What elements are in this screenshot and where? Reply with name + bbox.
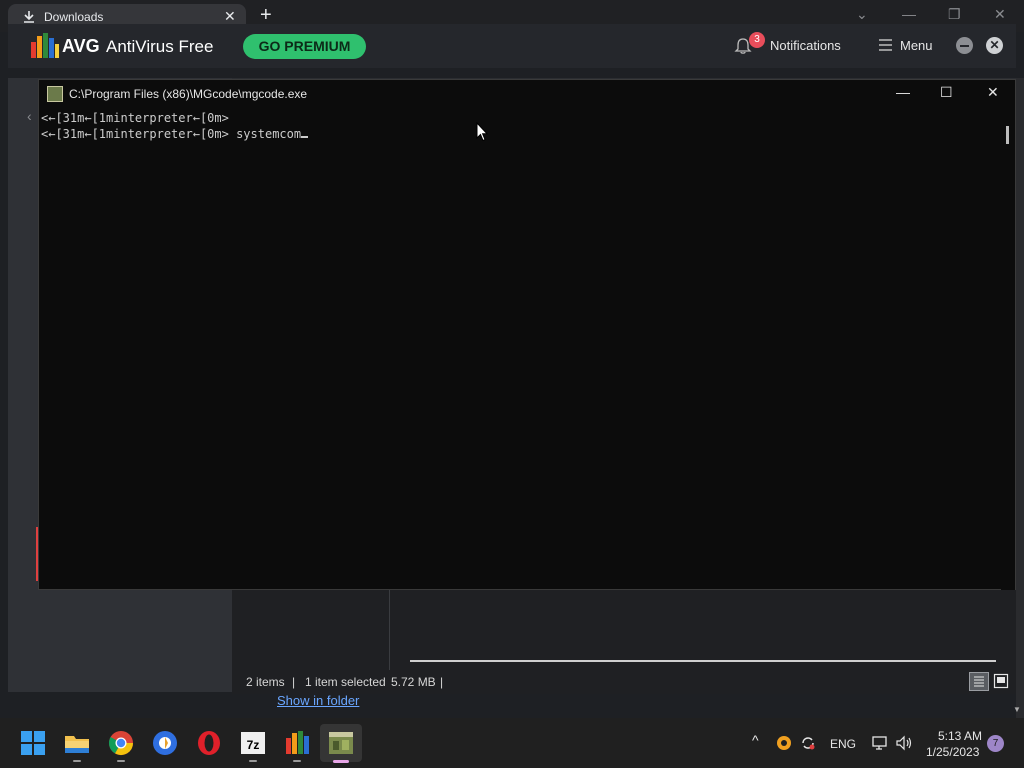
chrome-icon[interactable]: [106, 728, 136, 758]
7zip-icon[interactable]: 7z: [238, 728, 268, 758]
go-premium-button[interactable]: GO PREMIUM: [243, 34, 366, 59]
status-size: 5.72 MB: [391, 675, 436, 689]
console-titlebar: C:\Program Files (x86)\MGcode\mgcode.exe…: [39, 80, 1015, 108]
menu-button[interactable]: Menu: [900, 38, 933, 53]
text-cursor: [301, 136, 309, 138]
horizontal-scrollbar[interactable]: [410, 660, 996, 662]
avg-minimize-button[interactable]: [956, 37, 973, 54]
running-indicator: [73, 760, 81, 762]
notification-badge: 3: [749, 32, 765, 48]
tab-close-button[interactable]: ✕: [224, 8, 236, 25]
browser-close-button[interactable]: ✕: [994, 6, 1006, 23]
running-indicator: [117, 760, 125, 762]
show-in-folder-link[interactable]: Show in folder: [277, 693, 359, 708]
notifications-button[interactable]: Notifications: [770, 38, 841, 53]
mgcode-app-icon: [47, 86, 63, 102]
start-icon[interactable]: [18, 728, 48, 758]
tab-search-button[interactable]: ⌄: [856, 6, 868, 23]
explorer-file-pane: [232, 590, 1016, 670]
details-view-icon: [974, 676, 984, 687]
console-line: <←[31m←[1minterpreter←[0m> systemcom: [41, 127, 309, 141]
console-minimize-button[interactable]: —: [896, 84, 910, 100]
hamburger-menu-icon[interactable]: [879, 39, 892, 51]
tray-overflow-chevron-icon[interactable]: ^: [752, 732, 759, 748]
opera-icon[interactable]: [194, 728, 224, 758]
status-separator: |: [292, 675, 296, 689]
console-line: <←[31m←[1minterpreter←[0m>: [41, 111, 229, 125]
console-output[interactable]: <←[31m←[1minterpreter←[0m> <←[31m←[1mint…: [39, 108, 1001, 590]
status-item-count: 2 items: [246, 675, 285, 689]
avg-header: AVG AntiVirus Free GO PREMIUM 3 Notifica…: [8, 24, 1016, 68]
avg-icon[interactable]: [282, 728, 312, 758]
tab-title: Downloads: [44, 10, 104, 24]
scroll-down-arrow[interactable]: ▼: [1013, 705, 1021, 714]
browser-icon[interactable]: [150, 728, 180, 758]
status-selected: 1 item selected: [305, 675, 386, 689]
explorer-status-bar: 2 items | 1 item selected 5.72 MB |: [232, 670, 1016, 694]
tiles-view-icon[interactable]: [993, 673, 1009, 689]
back-arrow-icon[interactable]: ‹: [27, 108, 32, 124]
avg-brand: AVG: [62, 36, 100, 56]
status-separator: |: [440, 675, 444, 689]
volume-icon[interactable]: [895, 735, 913, 751]
mouse-pointer-icon: [476, 122, 488, 142]
browser-minimize-button[interactable]: —: [902, 6, 916, 22]
running-indicator: [249, 760, 257, 762]
console-title: C:\Program Files (x86)\MGcode\mgcode.exe: [69, 87, 308, 101]
avg-tray-icon[interactable]: [776, 735, 792, 751]
console-window: C:\Program Files (x86)\MGcode\mgcode.exe…: [38, 79, 1016, 590]
mgcode-icon[interactable]: [326, 728, 356, 758]
notification-center-badge[interactable]: 7: [987, 735, 1004, 752]
avg-close-button[interactable]: ✕: [986, 37, 1003, 54]
clock-time[interactable]: 5:13 AM: [938, 729, 982, 743]
details-view-button[interactable]: [969, 672, 989, 691]
scrollbar-thumb[interactable]: [1006, 126, 1009, 144]
new-tab-button[interactable]: +: [260, 5, 272, 25]
clock-date[interactable]: 1/25/2023: [926, 745, 979, 759]
active-indicator: [333, 760, 349, 763]
download-icon: [24, 11, 34, 23]
console-close-button[interactable]: ✕: [987, 84, 999, 101]
file-explorer-icon[interactable]: [62, 728, 92, 758]
page-scrollbar[interactable]: [1016, 78, 1024, 718]
running-indicator: [293, 760, 301, 762]
console-maximize-button[interactable]: ☐: [940, 84, 953, 101]
svg-text:7z: 7z: [247, 738, 260, 752]
avg-product-name: AntiVirus Free: [106, 37, 214, 56]
pane-divider: [389, 590, 390, 670]
console-scrollbar[interactable]: [1001, 108, 1015, 590]
sync-tray-icon[interactable]: [800, 735, 816, 751]
console-input-text: <←[31m←[1minterpreter←[0m> systemcom: [41, 127, 302, 141]
browser-restore-button[interactable]: ❐: [948, 6, 961, 23]
taskbar: 7z ^ ENG 5:13 AM 1/25/2023 7: [0, 718, 1024, 768]
avg-logo-icon: [31, 33, 59, 58]
minimize-icon: [960, 45, 969, 47]
language-indicator[interactable]: ENG: [830, 737, 856, 751]
network-icon[interactable]: [871, 735, 889, 751]
